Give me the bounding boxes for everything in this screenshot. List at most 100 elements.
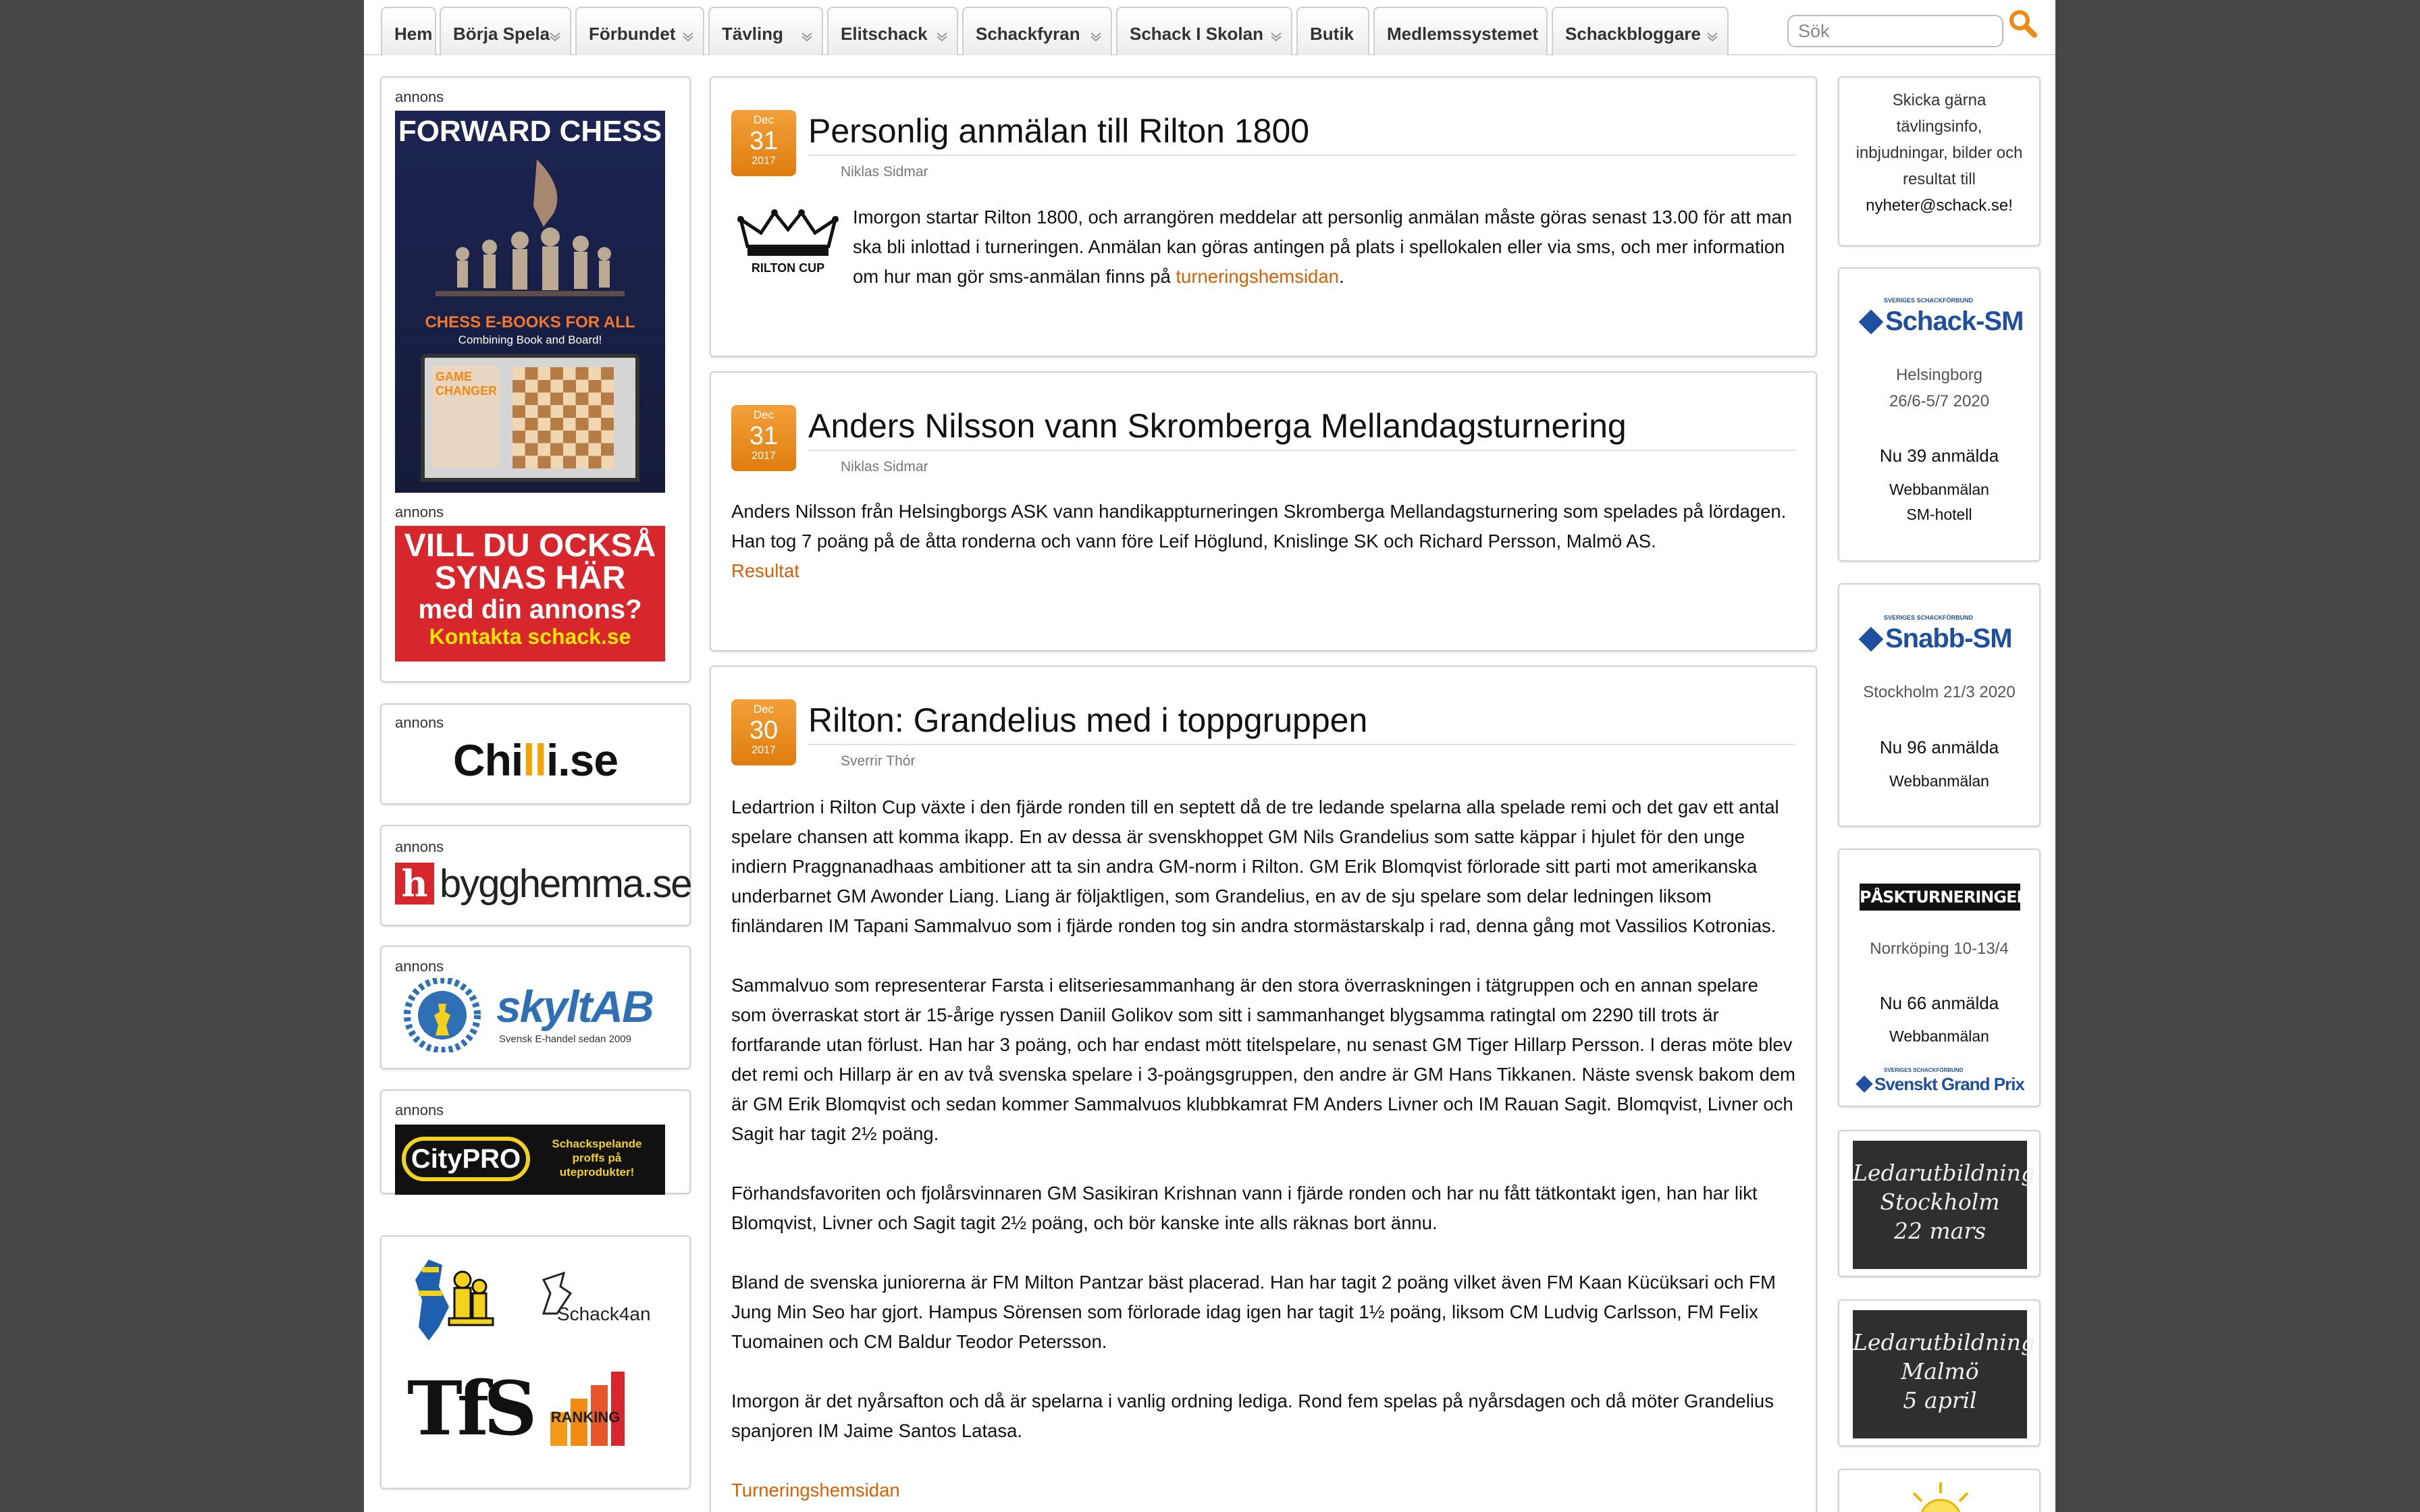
results-link[interactable]: Resultat — [731, 556, 1798, 586]
registration-count: Nu 66 anmälda — [1879, 993, 1999, 1013]
post-title[interactable]: Rilton: Grandelius med i toppgruppen — [808, 701, 1367, 740]
post-date-badge: Dec 30 2017 — [731, 699, 796, 765]
snabb-sm-logo-text: Snabb-SM — [1885, 624, 2013, 653]
web-registration-link[interactable]: Webbanmälan — [1839, 1023, 2039, 1050]
ledarutbildning-stockholm-banner[interactable]: Ledarutbildning Stockholm 22 mars — [1853, 1141, 2035, 1269]
chevron-down-icon — [1707, 32, 1718, 42]
tournament-site-link[interactable]: turneringshemsidan — [1176, 266, 1339, 287]
nav-label: Hem — [394, 24, 433, 44]
post-author: Niklas Sidmar — [841, 164, 928, 180]
post-date-day: 30 — [749, 716, 779, 745]
web-registration-link[interactable]: Webbanmälan — [1839, 477, 2039, 503]
nav-item-schack-i-skolan[interactable]: Schack I Skolan — [1116, 7, 1292, 55]
nav-item-forbundet[interactable]: Förbundet — [575, 7, 704, 55]
post-title[interactable]: Personlig anmälan till Rilton 1800 — [808, 111, 1309, 151]
skylt-logo[interactable]: skyltAB Svensk E-handel sedan 2009 — [395, 978, 665, 1052]
sweden-chess-logo[interactable] — [402, 1253, 496, 1347]
nav-item-butik[interactable]: Butik — [1296, 7, 1369, 55]
nav-item-medlemssystemet[interactable]: Medlemssystemet — [1373, 7, 1548, 55]
post-paragraph: Ledartrion i Rilton Cup växte i den fjär… — [731, 796, 1779, 936]
post-title[interactable]: Anders Nilsson vann Skromberga Mellandag… — [808, 406, 1627, 446]
forward-chess-ad[interactable]: FORWARD CHESS CHESS E-BOOKS FOR ALL Comb… — [395, 111, 665, 493]
nav-item-schackfyran[interactable]: Schackfyran — [962, 7, 1112, 55]
post-date-day: 31 — [749, 127, 779, 155]
nav-item-schackbloggare[interactable]: Schackbloggare — [1552, 7, 1729, 55]
info-line: inbjudningar, bilder och — [1856, 144, 2023, 162]
pask-box: PÅSKTURNERINGEN Norrköping 10-13/4 Nu 66… — [1838, 848, 2041, 1107]
logo-box: Schack4an TfS RANKING — [380, 1235, 691, 1489]
ad-box-bygghemma: annons h bygghemma.se — [380, 825, 693, 926]
sm-hotel-link[interactable]: SM-hotell — [1839, 502, 2039, 528]
event-dates: 26/6-5/7 2020 — [1889, 392, 1990, 410]
event-place: Helsingborg — [1895, 366, 1983, 384]
post-paragraph: Sammalvuo som representerar Farsta i eli… — [731, 975, 1795, 1144]
nav-label: Schack I Skolan — [1130, 24, 1263, 44]
chevron-down-icon — [550, 32, 560, 42]
search-icon[interactable] — [2006, 7, 2040, 40]
ad-label: annons — [395, 714, 444, 731]
citypro-ad[interactable]: CityPRO Schackspelande proffs på uteprod… — [395, 1125, 665, 1195]
registration-count: Nu 96 anmälda — [1879, 737, 1999, 757]
nav-label: Börja Spela — [453, 24, 550, 44]
banner-line: 22 mars — [1893, 1218, 1987, 1244]
bygghemma-text: bygghemma.se — [440, 862, 693, 906]
svenskt-grand-prix-logo[interactable]: Svenskt Grand Prix — [1856, 1071, 2034, 1098]
nav-label: Schackfyran — [976, 24, 1080, 44]
chevron-down-icon — [937, 32, 947, 42]
search-input[interactable] — [1787, 15, 2003, 47]
nav-label: Förbundet — [589, 24, 676, 44]
paskturneringen-logo[interactable]: PÅSKTURNERINGEN — [1860, 884, 2030, 911]
tfs-logo[interactable]: TfS — [407, 1365, 537, 1452]
post-paragraph: Imorgon är det nyårsafton och då är spel… — [731, 1390, 1774, 1441]
post-paragraph: Förhandsfavoriten och fjolårsvinnaren GM… — [731, 1183, 1758, 1233]
banner-line: 5 april — [1903, 1387, 1977, 1413]
chevron-down-icon — [1271, 32, 1282, 42]
post-date-badge: Dec 31 2017 — [731, 405, 796, 471]
advertise-here-ad[interactable]: VILL DU OCKSÅ SYNAS HÄR med din annons? … — [395, 526, 665, 662]
ranking-logo[interactable]: RANKING — [544, 1365, 631, 1453]
nav-label: Elitschack — [841, 24, 928, 44]
sun-ad-box — [1838, 1469, 2041, 1512]
post-date-month: Dec — [753, 113, 774, 126]
sun-icon[interactable] — [1900, 1480, 1981, 1512]
tournament-site-link[interactable]: Turneringshemsidan — [731, 1476, 1798, 1505]
info-line: ! — [2008, 196, 2013, 215]
ad-label: annons — [395, 88, 444, 105]
snabb-sm-org: SVERIGES SCHACKFÖRBUND — [1884, 614, 1974, 621]
event-place: Stockholm 21/3 2020 — [1863, 683, 2016, 701]
chilli-logo[interactable]: Chilli.se — [382, 734, 689, 786]
ad-box-chilli: annons Chilli.se — [380, 703, 691, 805]
swedish-chess-federation-icon — [1858, 309, 1884, 335]
schack4an-logo[interactable]: Schack4an — [530, 1266, 652, 1347]
main-navigation: Hem Börja Spela Förbundet Tävling Elitsc… — [364, 0, 2055, 55]
skylt-text: skyltAB — [496, 981, 654, 1031]
schack-sm-logo[interactable]: Schack-SM — [1858, 305, 2024, 339]
banner-line: Ledarutbildning — [1853, 1329, 2036, 1355]
ad-banner-line2: SYNAS HÄR — [434, 560, 626, 596]
chess-pieces-image — [436, 159, 625, 296]
ad-box-skylt: annons skyltAB Svensk E-handel sedan 200… — [380, 946, 691, 1069]
post-date-month: Dec — [753, 703, 774, 716]
skylt-emblem — [404, 978, 481, 1052]
post-author: Niklas Sidmar — [841, 459, 928, 475]
ledarutbildning-malmo-banner[interactable]: Ledarutbildning Malmö 5 april — [1853, 1310, 2036, 1438]
forward-chess-title: FORWARD CHESS — [398, 115, 662, 148]
snabb-sm-logo[interactable]: Snabb-SM — [1858, 622, 2024, 656]
web-registration-link[interactable]: Webbanmälan — [1839, 768, 2039, 794]
nav-item-elitschack[interactable]: Elitschack — [827, 7, 958, 55]
ranking-text: RANKING — [551, 1409, 621, 1426]
ad-label: annons — [395, 1102, 444, 1118]
nav-item-tavling[interactable]: Tävling — [708, 7, 823, 55]
info-line: tävlingsinfo, — [1896, 117, 1982, 136]
banner-line: Stockholm — [1880, 1189, 2000, 1215]
title-divider — [808, 744, 1795, 745]
photos-link[interactable]: Bilder av Lars OA Hedlund — [731, 1505, 1798, 1512]
news-email-link[interactable]: nyheter@schack.se — [1866, 196, 2008, 215]
post-date-day: 31 — [749, 422, 779, 450]
chilli-text: Chi — [452, 735, 523, 785]
bygghemma-logo[interactable]: h bygghemma.se — [395, 861, 693, 906]
nav-item-borja-spela[interactable]: Börja Spela — [440, 7, 571, 55]
ad-label: annons — [395, 838, 444, 855]
nav-item-hem[interactable]: Hem — [381, 7, 436, 55]
post-date-year: 2017 — [752, 745, 776, 756]
